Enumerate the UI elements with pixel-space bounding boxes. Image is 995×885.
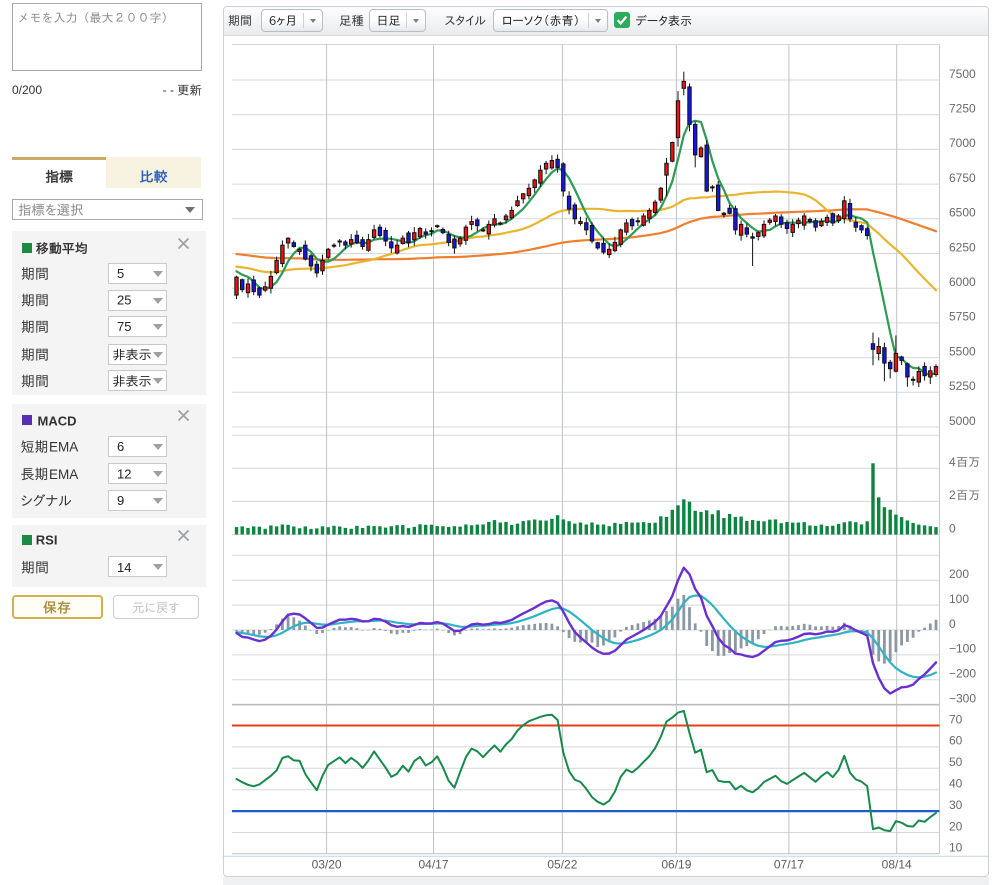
svg-text:- -: - - xyxy=(163,83,174,97)
svg-text:0/200: 0/200 xyxy=(12,83,42,97)
